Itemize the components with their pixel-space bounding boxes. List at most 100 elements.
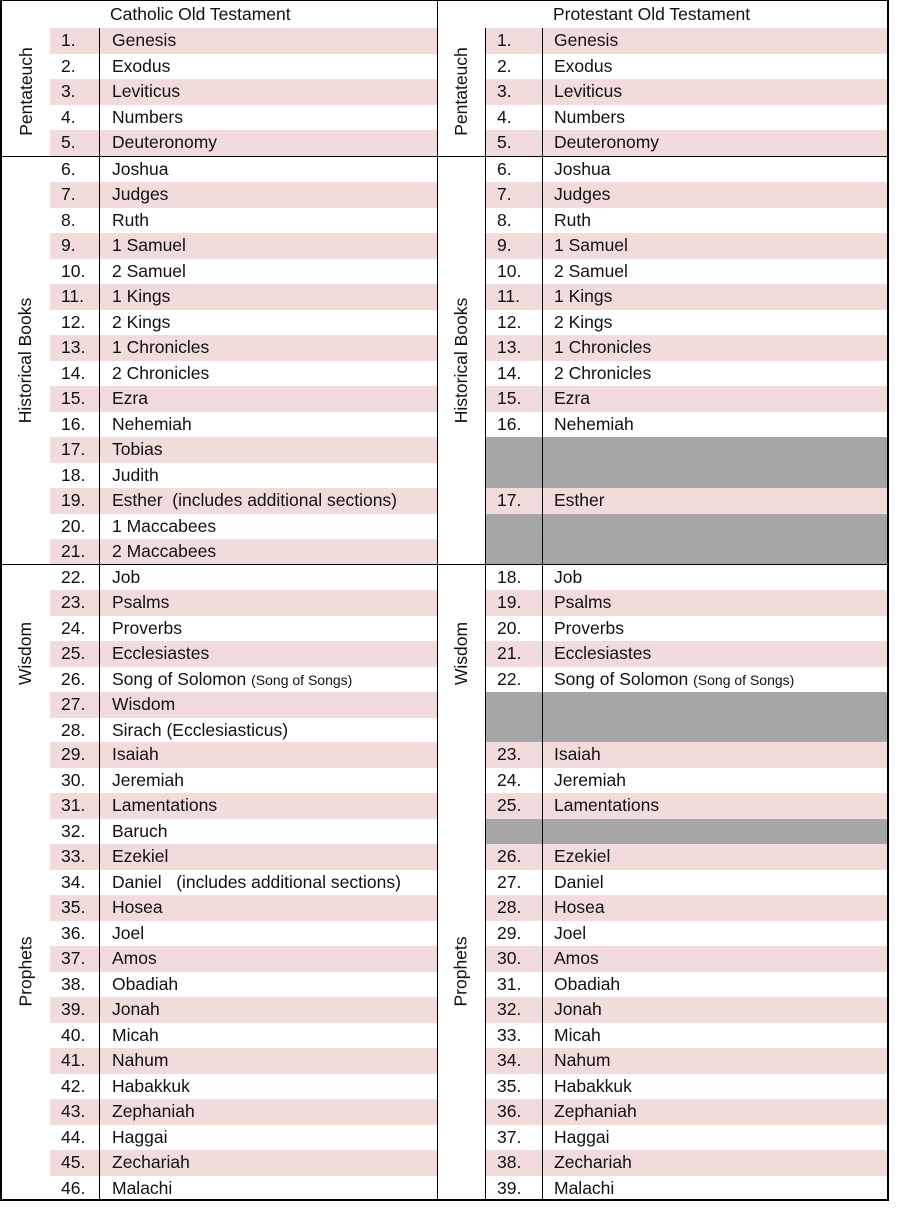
book-row: 5. Deuteronomy xyxy=(50,130,437,156)
book-row: 44. Haggai xyxy=(50,1124,437,1150)
book-number: 34. xyxy=(486,1048,543,1074)
book-number: 36. xyxy=(50,920,100,946)
book-number: 30. xyxy=(50,767,100,793)
book-number: 29. xyxy=(50,742,100,768)
section-label-text: Wisdom xyxy=(15,621,36,685)
book-name: Nahum xyxy=(112,1050,169,1070)
book-row: 11. 1 Kings xyxy=(486,284,887,310)
book-number: 34. xyxy=(50,869,100,895)
book-number: 9. xyxy=(486,233,543,259)
book-number: 4. xyxy=(486,104,543,130)
book-name: Baruch xyxy=(112,820,168,841)
book-name: Judges xyxy=(554,184,611,204)
book-row: 10. 2 Samuel xyxy=(486,258,887,284)
book-row: 8. Ruth xyxy=(50,207,437,233)
section-pentateuch: Pentateuch 1. Genesis 2. Exodus 3. Leviticus 4.… xyxy=(437,28,887,156)
book-name: Hosea xyxy=(112,897,163,917)
book-name: Deuteronomy xyxy=(112,132,218,152)
section-historical-books: Historical Books 6. Joshua 7. Judges 8. Ruth 9.… xyxy=(437,155,887,565)
book-number: 36. xyxy=(486,1099,543,1125)
section-label-text: Historical Books xyxy=(15,297,36,423)
section-label: Prophets xyxy=(2,742,50,1201)
book-number: 23. xyxy=(50,590,100,616)
book-number: 1. xyxy=(486,28,543,54)
book-number: 31. xyxy=(486,971,543,997)
book-name: Psalms xyxy=(112,592,170,612)
book-name: Judith xyxy=(112,464,159,485)
book-row: 4. Numbers xyxy=(486,104,887,130)
book-row: 19. Psalms xyxy=(486,590,887,616)
book-name: Jonah xyxy=(554,999,602,1019)
book-name: 1 Kings xyxy=(554,286,613,306)
book-number: 11. xyxy=(486,284,543,310)
book-row: 19. Esther (includes additional sections) xyxy=(50,488,437,514)
book-name: Ezekiel xyxy=(554,846,611,866)
book-name: Habakkuk xyxy=(112,1075,190,1096)
book-name: Numbers xyxy=(112,106,183,127)
book-name: Deuteronomy xyxy=(554,132,660,152)
section-label: Pentateuch xyxy=(2,28,50,156)
book-name: Esther (includes additional sections) xyxy=(112,490,398,510)
section-label-text: Wisdom xyxy=(451,621,472,685)
book-name: Amos xyxy=(554,948,599,968)
book-name: Esther xyxy=(554,490,605,510)
book-name: 1 Maccabees xyxy=(112,515,217,536)
book-number: 16. xyxy=(486,411,543,437)
book-row: 32. Baruch xyxy=(50,818,437,844)
book-number: 41. xyxy=(50,1048,100,1074)
book-name: 1 Chronicles xyxy=(112,337,210,357)
section-label: Pentateuch xyxy=(437,28,486,156)
book-number xyxy=(486,717,543,743)
book-name: Lamentations xyxy=(554,795,660,815)
book-number: 13. xyxy=(50,335,100,361)
section-historical-books: Historical Books 6. Joshua 7. Judges 8. Ruth 9.… xyxy=(2,155,437,565)
book-row: 38. Obadiah xyxy=(50,971,437,997)
book-number: 12. xyxy=(486,309,543,335)
book-number xyxy=(486,513,543,539)
book-name: 2 Samuel xyxy=(554,260,628,281)
book-number: 27. xyxy=(50,692,100,718)
book-number xyxy=(486,437,543,463)
book-name: Proverbs xyxy=(554,617,625,638)
book-row: 27. Daniel xyxy=(486,869,887,895)
missing-book-row xyxy=(486,437,887,463)
book-number xyxy=(486,818,543,844)
section-label-text: Prophets xyxy=(451,936,472,1007)
book-number: 5. xyxy=(50,130,100,156)
book-number: 5. xyxy=(486,130,543,156)
book-row: 25. Lamentations xyxy=(486,793,887,819)
book-name: 2 Maccabees xyxy=(112,541,217,561)
book-name: Ecclesiastes xyxy=(112,643,210,663)
book-number: 16. xyxy=(50,411,100,437)
book-name: Jeremiah xyxy=(554,769,626,790)
book-row: 1. Genesis xyxy=(50,28,437,54)
book-row: 2. Exodus xyxy=(50,53,437,79)
book-number: 37. xyxy=(486,1124,543,1150)
book-name: 2 Kings xyxy=(112,311,171,332)
book-row: 12. 2 Kings xyxy=(486,309,887,335)
book-row: 45. Zechariah xyxy=(50,1150,437,1176)
book-row: 4. Numbers xyxy=(50,104,437,130)
book-number: 11. xyxy=(50,284,100,310)
book-name: Exodus xyxy=(112,55,171,76)
book-row: 7. Judges xyxy=(50,182,437,208)
book-row: 9. 1 Samuel xyxy=(486,233,887,259)
book-row: 14. 2 Chronicles xyxy=(486,360,887,386)
book-number: 39. xyxy=(50,997,100,1023)
section-label-text: Historical Books xyxy=(451,297,471,423)
book-name: Ezra xyxy=(554,388,590,408)
book-row: 33. Ezekiel xyxy=(50,844,437,870)
book-number: 29. xyxy=(486,920,543,946)
book-number: 1. xyxy=(50,28,100,54)
book-row: 18. Job xyxy=(486,564,887,590)
book-number: 37. xyxy=(50,946,100,972)
book-number: 43. xyxy=(50,1099,100,1125)
book-row: 23. Psalms xyxy=(50,590,437,616)
book-number: 35. xyxy=(50,895,100,921)
book-name: Habakkuk xyxy=(554,1075,632,1096)
book-number: 38. xyxy=(486,1150,543,1176)
book-name: Job xyxy=(554,566,583,587)
book-name: Malachi xyxy=(112,1177,173,1198)
book-number: 2. xyxy=(50,53,100,79)
book-number: 6. xyxy=(50,156,100,182)
